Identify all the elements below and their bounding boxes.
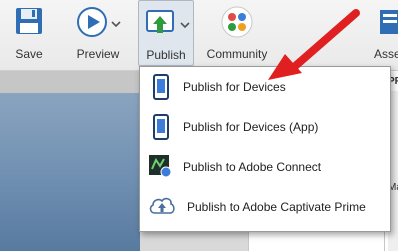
save-button[interactable]: Save [6,0,52,66]
save-label: Save [15,47,43,61]
filmstrip-panel [0,71,140,251]
adobe-connect-icon [149,155,172,178]
assets-label: Asse [374,47,398,61]
preview-label: Preview [76,47,120,61]
floppy-disk-icon [16,8,42,34]
community-icon [221,6,253,38]
publish-upload-icon [146,10,174,33]
menu-item-label: Publish to Adobe Connect [183,160,322,174]
play-icon [77,7,107,37]
menu-item-label: Publish for Devices [183,80,286,94]
assets-icon [380,10,398,34]
preview-button[interactable]: Preview [68,0,128,66]
menu-item-label: Publish for Devices (App) [183,120,319,134]
publish-button[interactable]: Publish [138,0,194,66]
stage-header [0,71,140,93]
publish-label: Publish [146,48,186,62]
phone-icon [153,114,169,140]
menu-item-publish-for-devices-app[interactable]: Publish for Devices (App) [141,107,389,147]
chevron-down-icon[interactable] [180,21,190,29]
assets-button[interactable]: Asse [368,0,398,66]
ribbon-toolbar: Save Preview Publish Community Asse [0,0,398,71]
menu-item-label: Publish to Adobe Captivate Prime [187,200,366,214]
menu-item-publish-to-adobe-connect[interactable]: Publish to Adobe Connect [141,147,389,187]
menu-item-publish-for-devices[interactable]: Publish for Devices [141,67,389,107]
stage-canvas[interactable] [0,93,140,251]
community-label: Community [206,47,268,61]
chevron-down-icon[interactable] [111,20,121,28]
publish-dropdown-menu: Publish for Devices Publish for Devices … [139,66,391,232]
menu-item-publish-to-adobe-captivate-prime[interactable]: Publish to Adobe Captivate Prime [141,187,389,227]
phone-icon [153,74,169,100]
community-button[interactable]: Community [204,0,270,66]
cloud-upload-icon [149,197,175,214]
